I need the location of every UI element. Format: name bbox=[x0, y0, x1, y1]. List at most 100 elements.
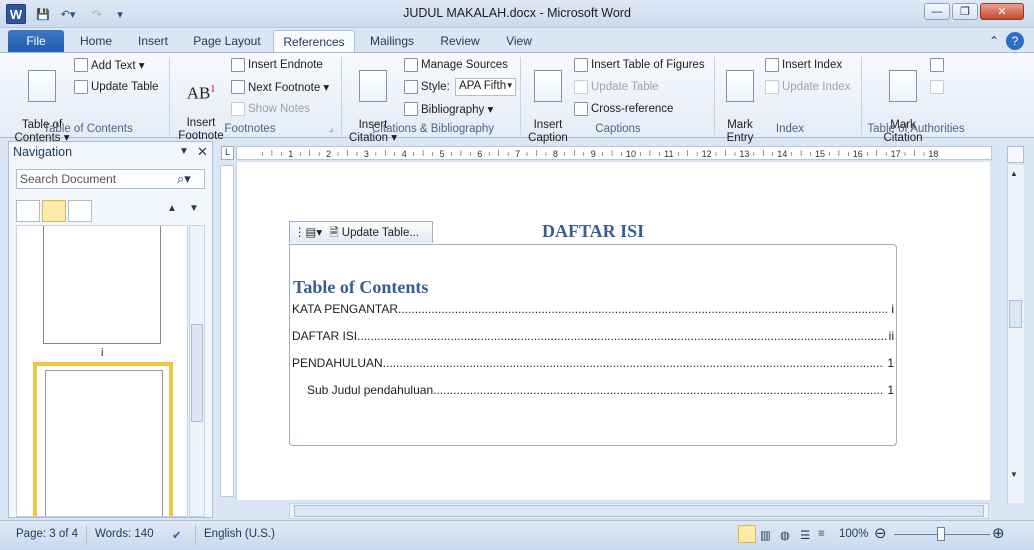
insert-endnote-button[interactable]: Insert Endnote bbox=[231, 58, 323, 72]
horizontal-ruler[interactable]: 1 2 3 4 5 6 7 8 9 10 11 12 13 14 15 16 17 18 bbox=[236, 146, 992, 160]
toc-entry-page: 1 bbox=[884, 356, 894, 370]
group-label-toa: Table of Authorities bbox=[867, 123, 965, 135]
toc-leader-dots: ........................................… bbox=[382, 356, 894, 370]
tab-references[interactable]: References bbox=[273, 30, 355, 53]
ruler-number: 18 bbox=[928, 149, 938, 159]
next-footnote-button[interactable]: Next Footnote ▾ bbox=[231, 80, 329, 94]
vertical-scrollbar[interactable]: ▲ ▼ bbox=[1007, 165, 1024, 503]
word-count[interactable]: Words: 140 bbox=[95, 528, 154, 540]
zoom-level[interactable]: 100% bbox=[839, 528, 868, 540]
draft-view-icon[interactable]: ≡ bbox=[818, 528, 825, 540]
toc-menu-icon[interactable]: ⋮▤▾ bbox=[294, 227, 322, 239]
manage-sources-icon bbox=[404, 58, 418, 72]
mark-entry-label: Mark Entry bbox=[726, 119, 754, 144]
update-table-button[interactable]: Update Table bbox=[74, 80, 159, 94]
navigation-title: Navigation bbox=[13, 145, 73, 159]
ribbon: Table of Contents ▾ Add Text ▾ Update Ta… bbox=[0, 52, 1034, 144]
ruler-number: 15 bbox=[815, 149, 825, 159]
horizontal-scrollbar[interactable] bbox=[289, 503, 989, 519]
update-table-inline-button[interactable]: 🗎 Update Table... bbox=[329, 227, 419, 239]
tab-file[interactable]: File bbox=[8, 30, 64, 52]
outline-view-icon[interactable]: ☰ bbox=[800, 528, 810, 542]
pane-options-icon[interactable]: ▼ bbox=[179, 146, 189, 157]
ruler-number: 16 bbox=[853, 149, 863, 159]
insert-index-button[interactable]: Insert Index bbox=[765, 58, 842, 72]
scroll-up-arrow-icon[interactable]: ▲ bbox=[1010, 169, 1018, 178]
insert-table-of-authorities-button[interactable] bbox=[930, 58, 947, 72]
ruler-toggle-icon[interactable] bbox=[1007, 146, 1024, 163]
manage-sources-button[interactable]: Manage Sources bbox=[404, 58, 508, 72]
search-icon[interactable]: ⌕▾ bbox=[177, 171, 191, 187]
next-arrow-icon[interactable]: ▼ bbox=[189, 203, 199, 214]
tab-view[interactable]: View bbox=[497, 30, 541, 52]
page-count[interactable]: Page: 3 of 4 bbox=[16, 528, 78, 540]
vertical-ruler[interactable] bbox=[220, 165, 234, 497]
restore-button[interactable]: ❐ bbox=[952, 3, 978, 20]
proofing-icon[interactable]: ✔ bbox=[172, 528, 182, 542]
tab-home[interactable]: Home bbox=[72, 30, 120, 52]
document-area[interactable]: ⋮▤▾ 🗎 Update Table... DAFTAR ISI Table o… bbox=[236, 162, 990, 500]
update-table-icon bbox=[74, 80, 88, 94]
toc-entry[interactable]: Sub Judul pendahuluan...................… bbox=[307, 383, 894, 397]
update-table-figures-button[interactable]: Update Table bbox=[574, 80, 659, 94]
page-thumbnail[interactable] bbox=[43, 226, 161, 344]
toc-entry[interactable]: DAFTAR ISI..............................… bbox=[292, 329, 894, 343]
group-divider bbox=[169, 57, 170, 135]
ruler-number: 17 bbox=[891, 149, 901, 159]
toc-content-control-tab[interactable]: ⋮▤▾ 🗎 Update Table... bbox=[289, 221, 433, 243]
insert-table-of-figures-button[interactable]: Insert Table of Figures bbox=[574, 58, 705, 72]
tab-review[interactable]: Review bbox=[433, 30, 487, 52]
cross-reference-label: Cross-reference bbox=[591, 103, 674, 115]
mark-entry-button[interactable]: Mark Entry bbox=[720, 57, 760, 145]
print-layout-view-icon[interactable] bbox=[738, 525, 756, 543]
web-layout-icon[interactable]: ◍ bbox=[780, 528, 790, 542]
toc-entry[interactable]: PENDAHULUAN.............................… bbox=[292, 356, 894, 370]
group-label-captions: Captions bbox=[595, 123, 641, 135]
browse-pages-tab[interactable] bbox=[42, 200, 66, 222]
group-divider bbox=[520, 57, 521, 135]
language[interactable]: English (U.S.) bbox=[204, 528, 275, 540]
nav-scroll-thumb[interactable] bbox=[191, 324, 203, 422]
full-screen-reading-icon[interactable]: ▥ bbox=[760, 528, 771, 542]
browse-results-tab[interactable] bbox=[68, 200, 92, 222]
zoom-slider-handle[interactable] bbox=[937, 527, 945, 541]
footnotes-dialog-launcher-icon[interactable]: ⌟ bbox=[329, 123, 333, 134]
previous-arrow-icon[interactable]: ▲ bbox=[167, 203, 177, 214]
toc-content-control[interactable] bbox=[289, 244, 897, 446]
tab-mailings[interactable]: Mailings bbox=[361, 30, 423, 52]
toc-entry-text: Sub Judul pendahuluan bbox=[307, 383, 434, 397]
toc-entry[interactable]: KATA PENGANTAR..........................… bbox=[292, 302, 894, 316]
nav-scrollbar[interactable] bbox=[189, 225, 205, 517]
zoom-out-icon[interactable]: ⊖ bbox=[874, 524, 887, 542]
ruler-number: 8 bbox=[553, 149, 558, 159]
insert-caption-button[interactable]: Insert Caption bbox=[524, 57, 572, 145]
insert-citation-icon bbox=[359, 70, 387, 102]
page-thumbnail-selected[interactable] bbox=[33, 362, 173, 516]
help-icon[interactable]: ? bbox=[1006, 32, 1024, 50]
show-notes-button[interactable]: Show Notes bbox=[231, 102, 310, 116]
citation-style-select[interactable]: APA Fifth ▾ bbox=[455, 78, 516, 96]
bibliography-button[interactable]: Bibliography ▾ bbox=[404, 102, 493, 116]
horizontal-scroll-thumb[interactable] bbox=[294, 505, 984, 517]
group-divider bbox=[341, 57, 342, 135]
close-pane-icon[interactable]: ✕ bbox=[197, 144, 208, 160]
minimize-button[interactable]: — bbox=[924, 3, 950, 20]
ruler-ticks: 1 2 3 4 5 6 7 8 9 10 11 12 13 14 15 16 17 18 bbox=[262, 149, 938, 159]
vertical-scroll-thumb[interactable] bbox=[1009, 300, 1022, 328]
update-index-button[interactable]: Update Index bbox=[765, 80, 850, 94]
tab-insert[interactable]: Insert bbox=[128, 30, 178, 52]
browse-headings-tab[interactable] bbox=[16, 200, 40, 222]
tab-selector-icon[interactable]: L bbox=[221, 146, 234, 160]
close-button[interactable]: ✕ bbox=[980, 3, 1024, 20]
scroll-down-arrow-icon[interactable]: ▼ bbox=[1010, 470, 1018, 479]
toc-entry-page: ii bbox=[885, 329, 894, 343]
add-text-button[interactable]: Add Text ▾ bbox=[74, 58, 145, 72]
tab-page-layout[interactable]: Page Layout bbox=[186, 30, 268, 52]
zoom-in-icon[interactable]: ⊕ bbox=[992, 524, 1005, 542]
ribbon-collapse-icon[interactable]: ⌃ bbox=[986, 30, 1002, 52]
toc-entry-page: 1 bbox=[884, 383, 894, 397]
show-notes-label: Show Notes bbox=[248, 103, 311, 115]
footnote-icon: AB1 bbox=[186, 83, 216, 103]
update-table-of-authorities-button[interactable] bbox=[930, 80, 947, 94]
cross-reference-button[interactable]: Cross-reference bbox=[574, 102, 673, 116]
